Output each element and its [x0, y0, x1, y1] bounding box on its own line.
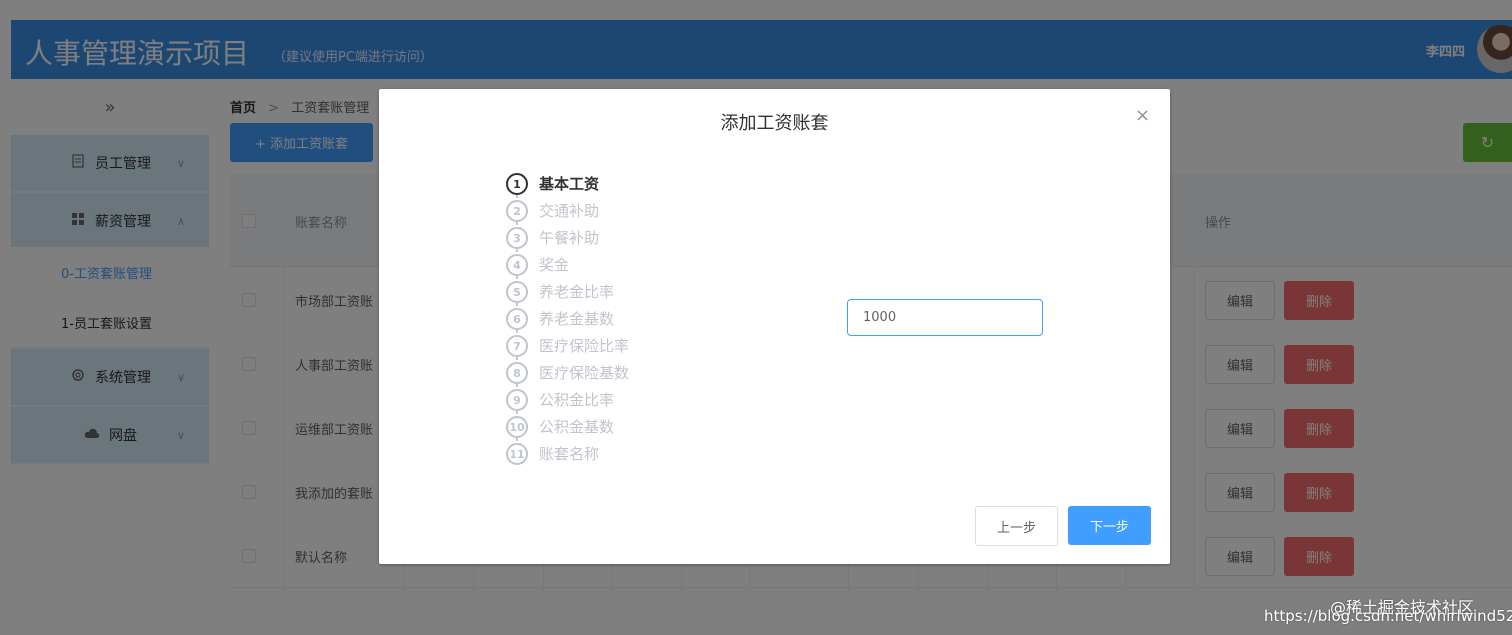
step-item: 10 公积金基数: [506, 414, 706, 441]
step-label: 医疗保险基数: [539, 364, 630, 382]
step-item: 4 奖金: [506, 252, 706, 279]
step-item: 3 午餐补助: [506, 225, 706, 252]
step-number: 11: [506, 443, 528, 465]
step-number: 1: [506, 173, 528, 195]
step-label: 养老金基数: [539, 310, 615, 328]
step-label: 公积金基数: [539, 418, 615, 436]
step-label: 基本工资: [539, 175, 600, 193]
step-item: 11 账套名称: [506, 441, 706, 465]
step-label: 奖金: [539, 256, 570, 274]
step-label: 医疗保险比率: [539, 337, 630, 355]
step-label: 交通补助: [539, 202, 600, 220]
step-number: 7: [506, 335, 528, 357]
step-number: 3: [506, 227, 528, 249]
dialog-title: 添加工资账套: [720, 113, 829, 134]
step-item: 6 养老金基数: [506, 306, 706, 333]
add-salary-account-dialog: 添加工资账套 × 1 基本工资 2 交通补助 3 午餐补助 4 奖金 5 养老金…: [379, 89, 1170, 564]
step-label: 午餐补助: [539, 229, 600, 247]
step-number: 8: [506, 362, 528, 384]
step-item: 1 基本工资: [506, 171, 706, 198]
next-step-button[interactable]: 下一步: [1068, 506, 1151, 545]
step-number: 5: [506, 281, 528, 303]
step-label: 养老金比率: [539, 283, 615, 301]
step-item: 7 医疗保险比率: [506, 333, 706, 360]
prev-step-button[interactable]: 上一步: [975, 506, 1058, 546]
step-number: 2: [506, 200, 528, 222]
step-label: 账套名称: [539, 445, 600, 463]
step-item: 8 医疗保险基数: [506, 360, 706, 387]
step-number: 9: [506, 389, 528, 411]
watermark-url: https://blog.csdn.net/whirlwind526: [1264, 607, 1512, 625]
step-number: 10: [506, 416, 528, 438]
step-label: 公积金比率: [539, 391, 615, 409]
step-number: 6: [506, 308, 528, 330]
salary-value-input[interactable]: [847, 299, 1043, 336]
step-item: 9 公积金比率: [506, 387, 706, 414]
step-item: 5 养老金比率: [506, 279, 706, 306]
step-number: 4: [506, 254, 528, 276]
close-icon[interactable]: ×: [1135, 107, 1150, 125]
step-item: 2 交通补助: [506, 198, 706, 225]
